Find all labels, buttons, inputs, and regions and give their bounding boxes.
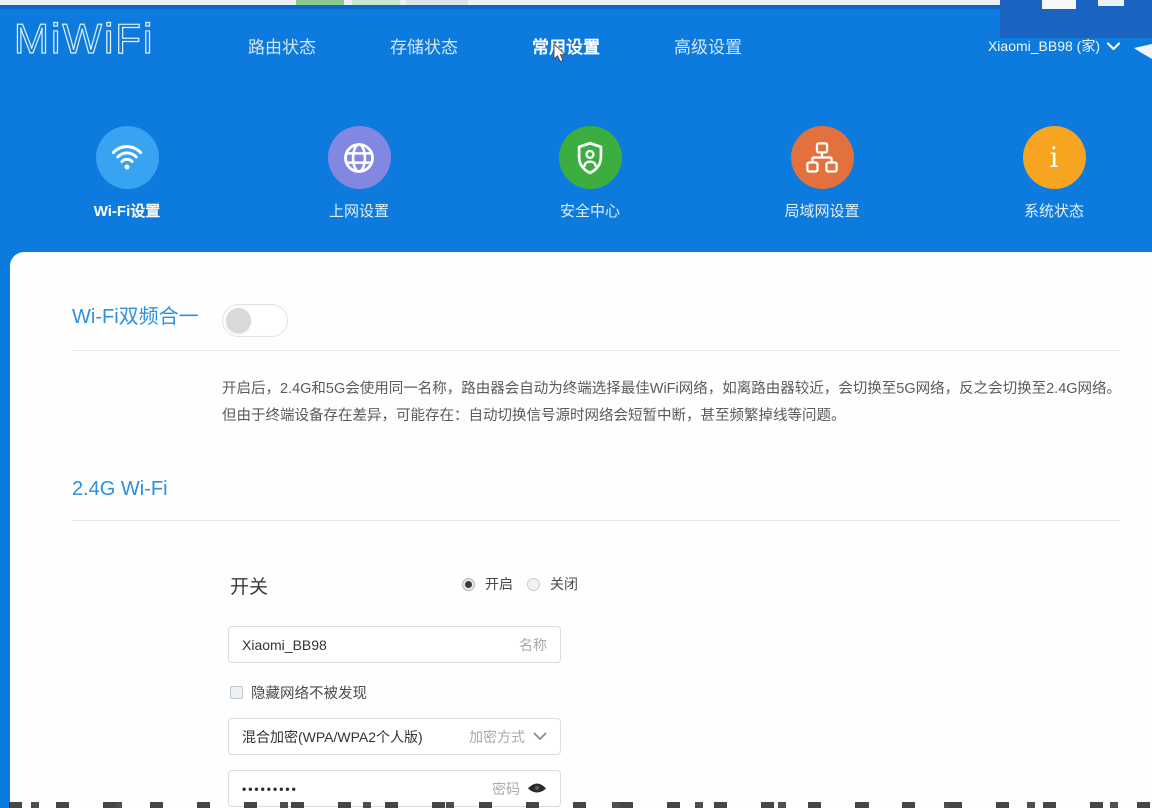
svg-text:i: i [1050,141,1059,174]
quick-item-label: 系统状态 [983,200,1125,221]
main-nav: 路由状态 存储状态 常用设置 高级设置 [248,33,742,58]
toggle-knob [226,308,251,333]
nav-advanced-settings[interactable]: 高级设置 [674,33,742,58]
video-overlay-artifact [1000,0,1152,38]
quick-item-label: Wi-Fi设置 [56,200,198,221]
switch-label: 开关 [230,572,268,599]
quick-settings-band: Wi-Fi设置 上网设置 安全中心 [0,70,1152,254]
settings-panel: Wi-Fi双频合一 开启后，2.4G和5G会使用同一名称，路由器会自动为终端选择… [10,252,1152,808]
overlay-fragment [1042,0,1076,9]
quick-item-lan-settings[interactable]: 局域网设置 [751,126,893,221]
account-name: Xiaomi_BB98 (家) [988,36,1100,56]
ssid-hint: 名称 [519,635,547,655]
radio-on-label[interactable]: 开启 [485,574,513,594]
quick-item-label: 安全中心 [519,200,661,221]
dualband-title: Wi-Fi双频合一 [72,300,199,329]
divider [72,350,1120,351]
info-icon: i [1023,126,1086,189]
description-line: 但由于终端设备存在差异，可能存在：自动切换信号源时网络会短暂中断，甚至频繁掉线等… [222,403,1127,430]
radio-off-label[interactable]: 关闭 [550,574,578,594]
encryption-select[interactable]: 混合加密(WPA/WPA2个人版) 加密方式 [228,718,561,755]
quick-item-system-status[interactable]: i 系统状态 [983,126,1125,221]
chevron-down-icon [1107,42,1120,51]
overlay-fragment [1098,0,1124,6]
radio-on[interactable] [462,578,475,591]
wifi-24g-title: 2.4G Wi-Fi [72,478,168,501]
quick-item-security-center[interactable]: 安全中心 [519,126,661,221]
miwifi-admin-page: MiWiFi 路由状态 存储状态 常用设置 高级设置 Xiaomi_BB98 (… [0,0,1152,808]
wifi-icon [96,126,159,189]
globe-icon [328,126,391,189]
nav-storage-status[interactable]: 存储状态 [390,33,458,58]
mouse-cursor-icon [553,44,568,64]
shield-icon [559,126,622,189]
dualband-toggle[interactable] [222,304,288,337]
top-header: MiWiFi 路由状态 存储状态 常用设置 高级设置 Xiaomi_BB98 (… [0,9,1152,70]
chevron-down-icon [533,732,547,741]
account-dropdown[interactable]: Xiaomi_BB98 (家) [988,36,1120,56]
ssid-input[interactable]: Xiaomi_BB98 名称 [228,626,561,663]
lan-icon [791,126,854,189]
nav-router-status[interactable]: 路由状态 [248,33,316,58]
password-hint: 密码 [492,779,520,799]
hide-network-row[interactable]: 隐藏网络不被发现 [230,682,367,703]
hide-network-label: 隐藏网络不被发现 [251,682,367,703]
encryption-value: 混合加密(WPA/WPA2个人版) [242,727,469,747]
divider [72,520,1120,521]
wifi-switch-radios: 开启 关闭 [462,574,582,594]
miwifi-logo[interactable]: MiWiFi [14,15,154,63]
encryption-hint: 加密方式 [469,727,525,747]
hide-network-checkbox[interactable] [230,686,243,699]
ssid-value: Xiaomi_BB98 [242,637,519,653]
show-password-eye-icon[interactable] [527,782,547,795]
quick-item-wifi-settings[interactable]: Wi-Fi设置 [56,126,198,221]
cutoff-subtitle-fragments [0,802,1152,808]
radio-off[interactable] [527,578,540,591]
password-masked-value: ••••••••• [242,782,492,796]
quick-item-internet-settings[interactable]: 上网设置 [288,126,430,221]
quick-item-label: 上网设置 [288,200,430,221]
quick-item-label: 局域网设置 [751,200,893,221]
description-line: 开启后，2.4G和5G会使用同一名称，路由器会自动为终端选择最佳WiFi网络，如… [222,376,1127,403]
dualband-description: 开启后，2.4G和5G会使用同一名称，路由器会自动为终端选择最佳WiFi网络，如… [222,376,1127,430]
message-plane-icon [1134,44,1152,59]
